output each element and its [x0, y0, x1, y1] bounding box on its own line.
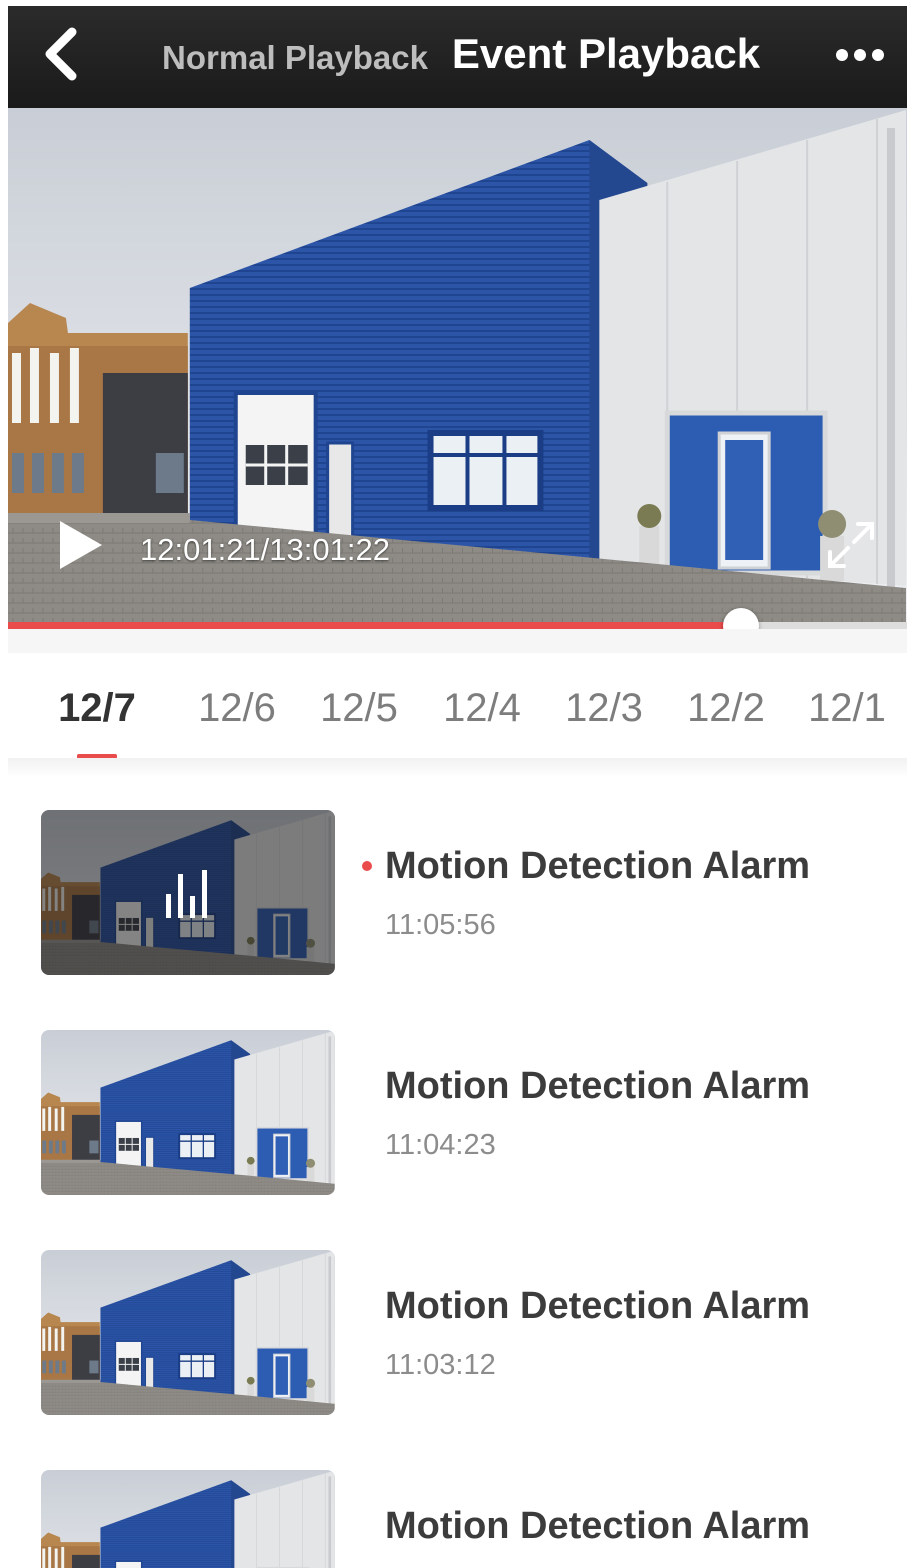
event-time: 11:04:23 — [385, 1129, 496, 1161]
event-thumbnail — [41, 810, 335, 975]
playback-progress-bar[interactable] — [8, 622, 907, 629]
back-chevron-icon[interactable] — [38, 26, 88, 82]
progress-fill — [8, 622, 741, 629]
event-time: 11:03:12 — [385, 1349, 496, 1381]
event-thumbnail — [41, 1030, 335, 1195]
event-thumbnail — [41, 1250, 335, 1415]
now-playing-bars-icon — [163, 866, 213, 922]
event-time: 11:05:56 — [385, 909, 496, 941]
event-list-item[interactable]: Motion Detection Alarm 11:03:12 — [8, 1250, 907, 1420]
more-dots-icon[interactable] — [830, 40, 890, 70]
date-tab-12-6[interactable]: 12/6 — [182, 684, 292, 732]
playback-time-readout: 12:01:21/13:01:22 — [140, 532, 390, 567]
player-bottom-strip — [8, 629, 907, 653]
date-tab-12-5[interactable]: 12/5 — [304, 684, 414, 732]
fullscreen-icon[interactable] — [818, 512, 884, 578]
date-tab-12-1[interactable]: 12/1 — [792, 684, 902, 732]
event-title: Motion Detection Alarm — [385, 1065, 811, 1107]
date-tab-12-2[interactable]: 12/2 — [671, 684, 781, 732]
play-icon[interactable] — [56, 518, 106, 572]
tab-normal-playback[interactable]: Normal Playback — [150, 36, 440, 80]
unread-dot — [362, 861, 372, 871]
event-title: Motion Detection Alarm — [385, 1505, 811, 1547]
event-title: Motion Detection Alarm — [385, 1285, 811, 1327]
event-list-item[interactable]: Motion Detection Alarm 11:04:23 — [8, 1030, 907, 1200]
date-tab-12-7[interactable]: 12/7 — [42, 684, 152, 732]
event-list-item[interactable]: Motion Detection Alarm 11:05:56 — [8, 810, 907, 980]
event-title: Motion Detection Alarm — [385, 845, 811, 887]
tab-event-playback[interactable]: Event Playback — [446, 28, 766, 80]
date-tab-12-3[interactable]: 12/3 — [549, 684, 659, 732]
tabs-divider — [8, 758, 907, 778]
date-tab-12-4[interactable]: 12/4 — [427, 684, 537, 732]
event-thumbnail — [41, 1470, 335, 1568]
event-list-item[interactable]: Motion Detection Alarm — [8, 1470, 907, 1568]
